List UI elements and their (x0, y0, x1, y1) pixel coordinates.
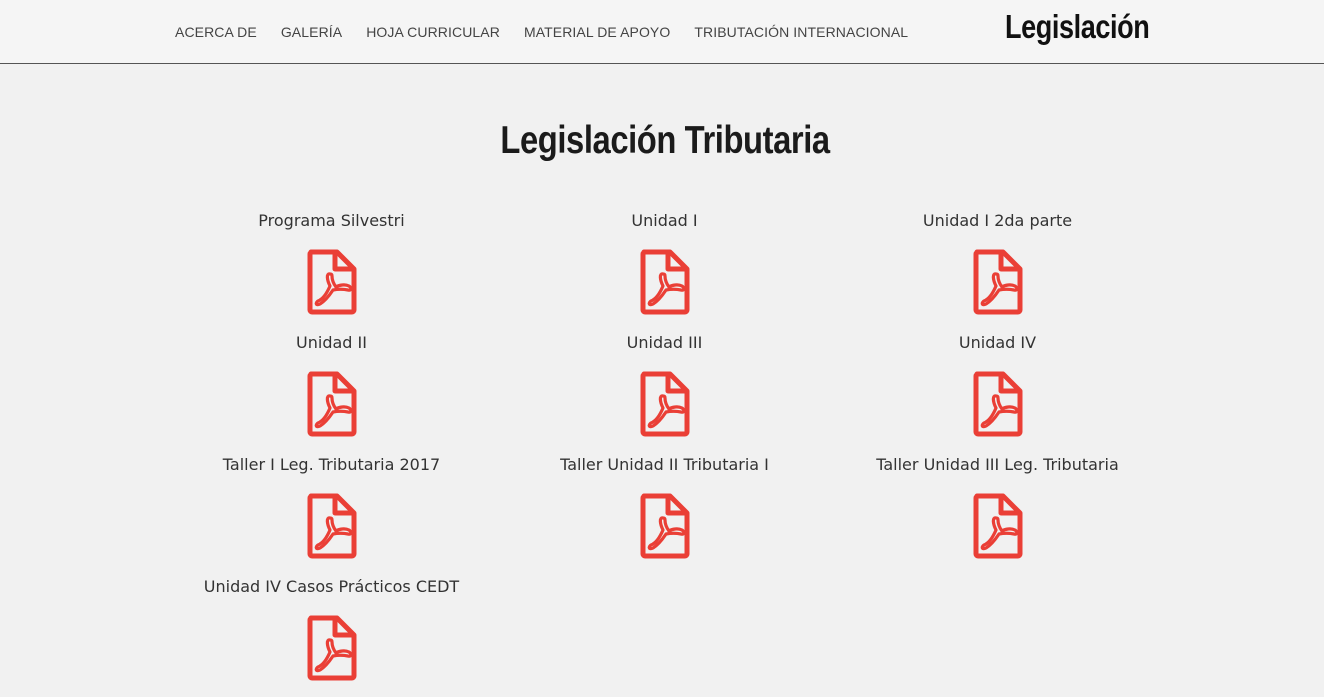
document-item: Taller Unidad III Leg. Tributaria (831, 453, 1164, 575)
main-nav: ACERCA DE GALERÍA HOJA CURRICULAR MATERI… (175, 23, 932, 41)
document-item: Unidad III (498, 331, 831, 453)
document-title[interactable]: Unidad IV Casos Prácticos CEDT (204, 575, 459, 601)
site-brand[interactable]: Legislación (1005, 8, 1150, 46)
pdf-file-icon[interactable] (639, 371, 691, 437)
pdf-file-icon[interactable] (639, 249, 691, 315)
site-header: ACERCA DE GALERÍA HOJA CURRICULAR MATERI… (0, 0, 1324, 64)
nav-item-galeria[interactable]: GALERÍA (281, 23, 342, 41)
pdf-file-icon[interactable] (972, 371, 1024, 437)
document-item: Unidad I 2da parte (831, 209, 1164, 331)
nav-item-hoja-curricular[interactable]: HOJA CURRICULAR (366, 23, 500, 41)
document-title[interactable]: Unidad III (627, 331, 703, 357)
pdf-file-icon[interactable] (306, 493, 358, 559)
document-title[interactable]: Taller Unidad III Leg. Tributaria (876, 453, 1119, 479)
document-title[interactable]: Programa Silvestri (258, 209, 404, 235)
pdf-file-icon[interactable] (306, 249, 358, 315)
pdf-file-icon[interactable] (639, 493, 691, 559)
document-grid: Programa Silvestri Unidad I Unidad I 2da p… (165, 209, 1165, 697)
nav-item-tributacion-internacional[interactable]: TRIBUTACIÓN INTERNACIONAL (694, 23, 908, 41)
document-item: Programa Silvestri (165, 209, 498, 331)
document-title[interactable]: Taller Unidad II Tributaria I (560, 453, 769, 479)
nav-item-material-de-apoyo[interactable]: MATERIAL DE APOYO (524, 23, 670, 41)
page-title: Legislación Tributaria (500, 119, 830, 163)
document-item: Unidad I (498, 209, 831, 331)
document-item: Unidad II (165, 331, 498, 453)
document-title[interactable]: Unidad II (296, 331, 367, 357)
pdf-file-icon[interactable] (972, 249, 1024, 315)
document-title[interactable]: Unidad I 2da parte (923, 209, 1072, 235)
document-item: Taller Unidad II Tributaria I (498, 453, 831, 575)
pdf-file-icon[interactable] (306, 371, 358, 437)
nav-item-acerca-de[interactable]: ACERCA DE (175, 23, 257, 41)
document-title[interactable]: Taller I Leg. Tributaria 2017 (223, 453, 440, 479)
pdf-file-icon[interactable] (972, 493, 1024, 559)
document-item: Taller I Leg. Tributaria 2017 (165, 453, 498, 575)
document-item: Unidad IV (831, 331, 1164, 453)
document-item: Unidad IV Casos Prácticos CEDT (165, 575, 498, 697)
document-title[interactable]: Unidad IV (959, 331, 1036, 357)
pdf-file-icon[interactable] (306, 615, 358, 681)
page-title-wrapper: Legislación Tributaria (0, 119, 1324, 163)
document-title[interactable]: Unidad I (631, 209, 697, 235)
